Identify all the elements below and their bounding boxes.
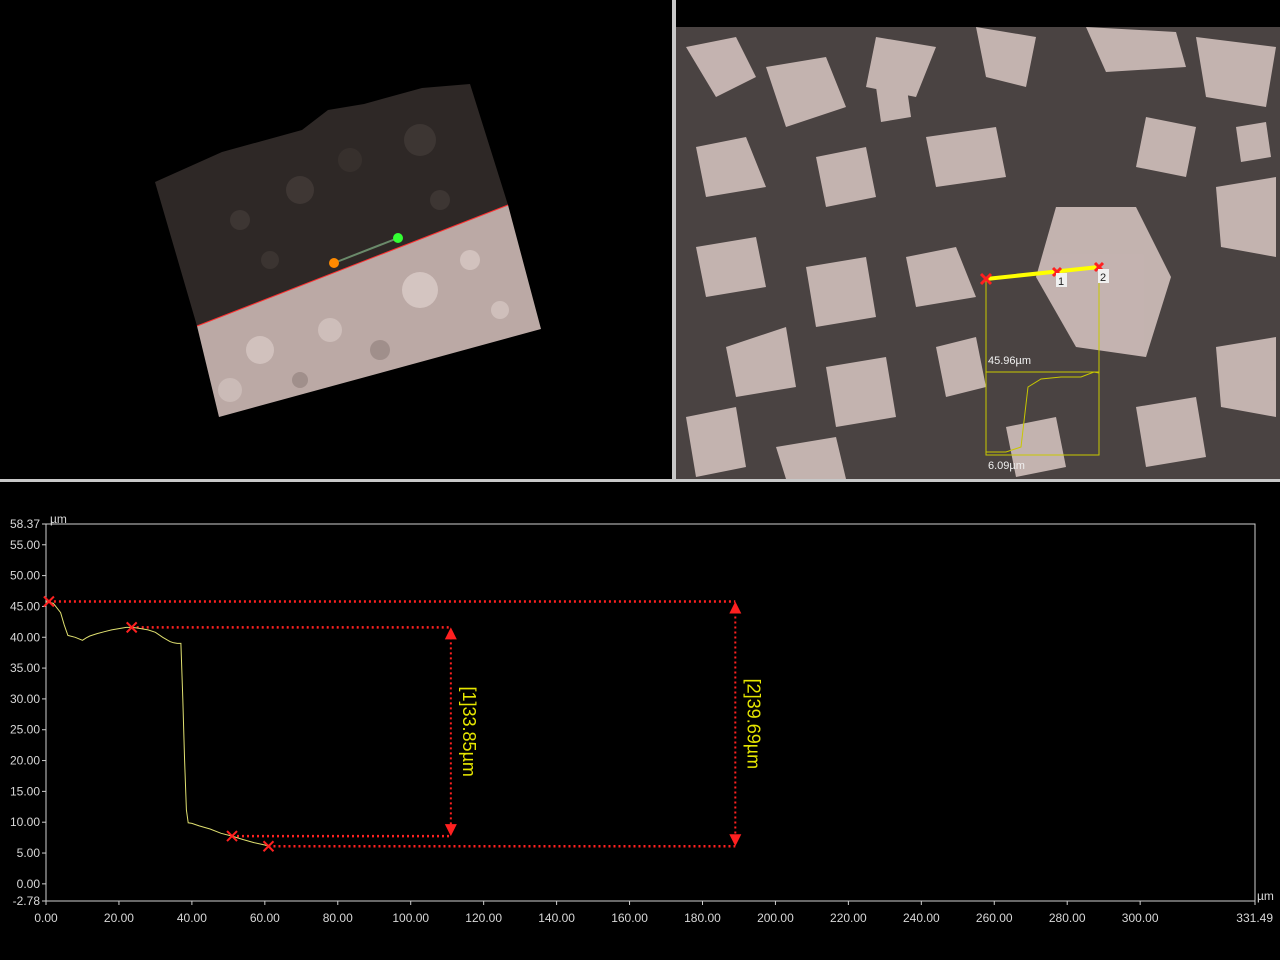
measure-1-arrow-up: [444, 627, 457, 640]
y-tick-label: 15.00: [10, 784, 40, 798]
y-tick-label: 35.00: [10, 661, 40, 675]
measure-2-top-point[interactable]: [43, 595, 55, 608]
x-tick-label: 220.00: [830, 911, 867, 925]
measure-2-bottom-point[interactable]: [262, 840, 275, 852]
x-tick-label: 20.00: [104, 911, 134, 925]
measure-2-label: [2]39.69µm: [743, 679, 763, 769]
inset-width-label: 6.09µm: [988, 460, 1025, 472]
x-tick-label: 80.00: [323, 911, 353, 925]
plot-frame: [45, 523, 1256, 902]
y-tick-label: 45.00: [10, 599, 40, 613]
x-axis-unit: µm: [1257, 889, 1274, 903]
y-axis-unit: µm: [50, 512, 67, 526]
measure-1-label: [1]33.85µm: [459, 687, 479, 777]
x-tick-label: 120.00: [465, 911, 502, 925]
x-tick-label: 140.00: [538, 911, 575, 925]
3d-point-b[interactable]: [393, 233, 403, 243]
x-tick-label: 160.00: [611, 911, 648, 925]
marker-1-label: 1: [1058, 276, 1064, 288]
y-tick-label: 10.00: [10, 815, 40, 829]
y-tick-label: 50.00: [10, 569, 40, 583]
y-tick-label: 25.00: [10, 723, 40, 737]
measurements: [1]33.85µm [2]39.69µm: [48, 600, 763, 848]
profile-chart[interactable]: µm µm 58.37 55.00 50.00 45.00 40.00 35.00 30.0…: [0, 482, 1280, 960]
x-tick-label: 180.00: [684, 911, 721, 925]
x-tick-label: 200.00: [757, 911, 794, 925]
x-tick-label: 260.00: [976, 911, 1013, 925]
y-axis: 58.37 55.00 50.00 45.00 40.00 35.00 30.00 25.00…: [10, 517, 46, 908]
y-tick-label: -2.78: [13, 894, 41, 908]
y-tick-label: 55.00: [10, 538, 40, 552]
measure-2-arrow-down: [729, 834, 742, 847]
x-tick-label: 60.00: [250, 911, 280, 925]
x-tick-label: 0.00: [34, 911, 58, 925]
measure-1-bottom-point[interactable]: [226, 830, 238, 842]
x-axis: 0.00 20.00 40.00 60.00 80.00 100.00 120.00 140.…: [34, 901, 1273, 925]
measure-1-arrow-down: [444, 824, 457, 837]
3d-view-canvas[interactable]: [0, 0, 672, 479]
measure-2-arrow-up: [729, 601, 742, 614]
x-tick-label: 331.49: [1236, 911, 1273, 925]
y-tick-label: 0.00: [17, 877, 41, 891]
optical-image-pane[interactable]: 45.96µm 6.09µm 1 2: [676, 27, 1280, 479]
y-tick-label: 20.00: [10, 754, 40, 768]
x-tick-label: 100.00: [392, 911, 429, 925]
inset-height-label: 45.96µm: [988, 355, 1031, 367]
x-tick-label: 300.00: [1122, 911, 1159, 925]
3d-view-pane[interactable]: [0, 0, 672, 479]
y-tick-label: 5.00: [17, 846, 41, 860]
optical-image-canvas[interactable]: 45.96µm 6.09µm 1 2: [676, 27, 1280, 479]
profile-curve: [45, 601, 269, 847]
3d-point-a[interactable]: [329, 258, 339, 268]
x-tick-label: 40.00: [177, 911, 207, 925]
x-tick-label: 280.00: [1049, 911, 1086, 925]
y-tick-label: 30.00: [10, 692, 40, 706]
y-tick-label: 58.37: [10, 517, 40, 531]
y-tick-label: 40.00: [10, 630, 40, 644]
x-tick-label: 240.00: [903, 911, 940, 925]
marker-2-label: 2: [1100, 272, 1106, 284]
profile-pane[interactable]: µm µm 58.37 55.00 50.00 45.00 40.00 35.00 30.0…: [0, 482, 1280, 960]
